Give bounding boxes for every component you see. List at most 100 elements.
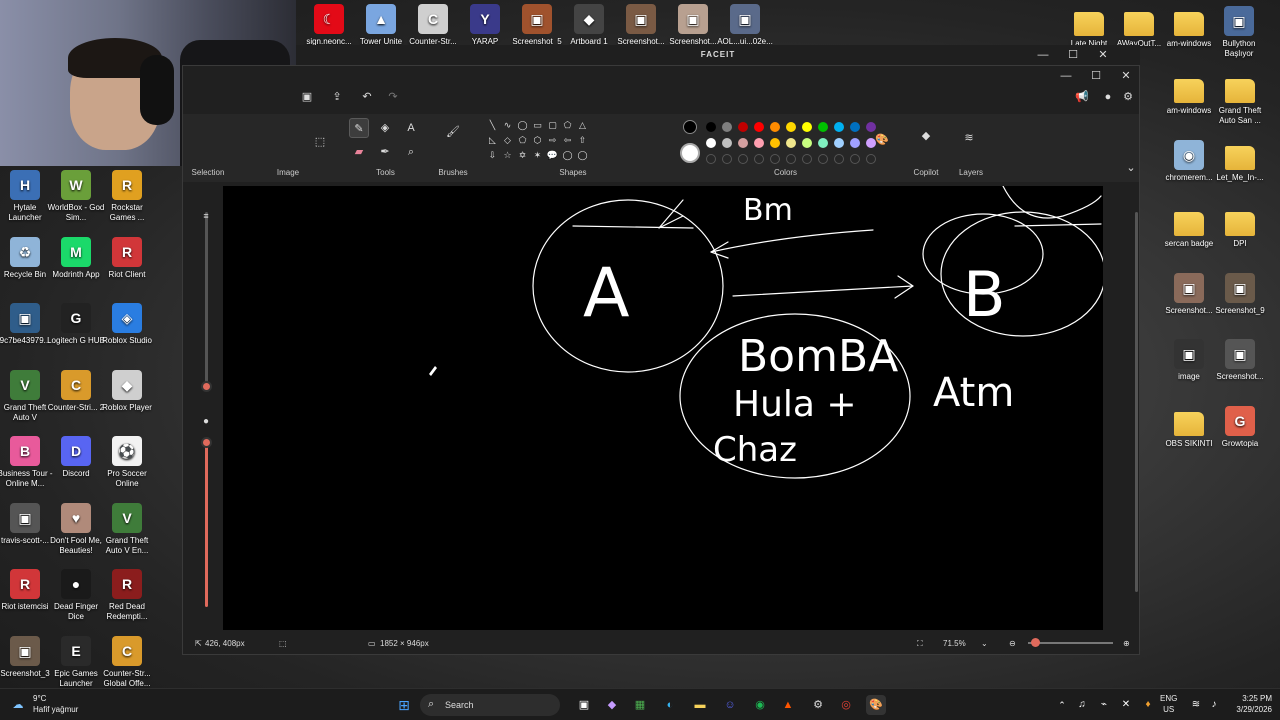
shape-option[interactable]: 💬 <box>545 148 560 163</box>
desktop-icon[interactable]: ◈ Roblox Studio <box>98 303 156 346</box>
brush-size-slider[interactable] <box>205 212 208 382</box>
desktop-icon[interactable]: ▣ travis-scott-... <box>0 502 54 546</box>
shape-option[interactable]: ◯ <box>515 118 530 133</box>
color-swatch[interactable] <box>802 138 812 148</box>
shape-option[interactable]: ∿ <box>500 118 515 133</box>
color-swatch[interactable] <box>818 138 828 148</box>
desktop-icon[interactable]: ☾ sign.neonc... <box>300 4 358 47</box>
desktop-icon[interactable]: ▣ 9c7be43979... <box>0 303 54 346</box>
wifi-icon[interactable]: ≋ <box>1186 695 1206 715</box>
shape-option[interactable]: ▭ <box>530 118 545 133</box>
desktop-icon[interactable]: OBS SIKINTI <box>1160 406 1218 449</box>
tray-overflow-chevron-icon[interactable]: ⌃ <box>1052 695 1072 715</box>
drawing-canvas[interactable]: Bm A B BomBA Hula + Chaz Atm <box>223 186 1103 630</box>
desktop-icon[interactable]: ▣ Screenshot_5 <box>508 4 566 47</box>
copilot-taskbar-icon[interactable]: ◆ <box>602 695 622 715</box>
shape-option[interactable]: ✡ <box>515 148 530 163</box>
desktop-icon[interactable]: M Modrinth App <box>47 236 105 280</box>
shape-option[interactable]: ◺ <box>485 133 500 148</box>
desktop-icon[interactable]: ▣ Screenshot... <box>1160 272 1218 316</box>
shape-option[interactable]: △ <box>575 118 590 133</box>
color-swatch[interactable] <box>722 122 732 132</box>
desktop-icon[interactable]: R Riot istemcisi <box>0 569 54 612</box>
custom-color-slot[interactable] <box>818 154 828 164</box>
desktop-icon[interactable]: C Counter-Str... <box>404 4 462 47</box>
shape-option[interactable]: ⬠ <box>515 133 530 148</box>
network-tray-icon[interactable]: ⌁ <box>1094 695 1114 715</box>
desktop-icon[interactable]: ▣ Screenshot... <box>612 4 670 47</box>
microphone-icon[interactable]: ♦ <box>1138 695 1158 715</box>
secondary-color-swatch[interactable] <box>680 143 700 163</box>
desktop-icon[interactable]: R Riot Client <box>98 236 156 280</box>
desktop-icon[interactable]: V Grand Theft Auto V <box>0 369 54 423</box>
text-tool-icon[interactable]: A <box>401 118 421 138</box>
desktop-icon[interactable]: Y YARAP <box>456 4 514 47</box>
desktop-icon[interactable]: ▣ Bullython Başlıyor <box>1210 6 1268 59</box>
volume-icon[interactable]: ♪ <box>1204 695 1224 715</box>
file-explorer-icon[interactable]: ▬ <box>690 695 710 715</box>
color-swatch[interactable] <box>786 138 796 148</box>
canvas-vertical-scrollbar[interactable] <box>1135 212 1138 592</box>
desktop-icon[interactable]: ♻ Recycle Bin <box>0 236 54 280</box>
color-swatch[interactable] <box>722 138 732 148</box>
faceit-maximize-button[interactable]: ☐ <box>1058 47 1088 63</box>
custom-color-slot[interactable] <box>738 154 748 164</box>
desktop-icon[interactable]: ● Dead Finger Dice <box>47 569 105 622</box>
announce-icon[interactable]: 📢 <box>1073 89 1091 105</box>
save-icon[interactable]: ▣ <box>298 89 316 105</box>
faceit-minimize-button[interactable]: — <box>1028 47 1058 63</box>
muted-tray-icon[interactable]: ✕ <box>1116 695 1136 715</box>
primary-color-swatch[interactable] <box>683 120 697 134</box>
task-view-icon[interactable]: ▣ <box>574 695 594 715</box>
edit-colors-icon[interactable]: 🎨 <box>872 130 892 150</box>
headset-icon[interactable]: ♫ <box>1072 695 1092 715</box>
color-swatch[interactable] <box>850 138 860 148</box>
shape-option[interactable]: ⇧ <box>575 133 590 148</box>
custom-color-slot[interactable] <box>754 154 764 164</box>
desktop-icon[interactable]: C Counter-Stri... 2 <box>47 369 105 413</box>
custom-color-slot[interactable] <box>706 154 716 164</box>
desktop-icon[interactable]: G Growtopia <box>1211 405 1269 449</box>
desktop-icon[interactable]: ▣ image <box>1160 339 1218 382</box>
clock[interactable]: 3:25 PM 3/29/2026 <box>1226 693 1272 715</box>
zoom-out-icon[interactable]: ⊖ <box>1009 639 1016 648</box>
ribbon-collapse-chevron-icon[interactable]: ⌄ <box>1121 158 1141 178</box>
desktop-icon[interactable]: C Counter-Str... Global Offe... <box>98 635 156 689</box>
color-picker-icon[interactable]: ✒ <box>375 142 395 162</box>
desktop-icon[interactable]: ◆ Roblox Player <box>98 369 156 413</box>
zoom-in-icon[interactable]: ⊕ <box>1123 639 1130 648</box>
share-icon[interactable]: ⇪ <box>328 89 346 105</box>
color-swatch[interactable] <box>738 138 748 148</box>
color-swatch[interactable] <box>706 138 716 148</box>
shape-option[interactable]: ⇨ <box>545 133 560 148</box>
desktop-icon[interactable]: R Red Dead Redempti... <box>98 569 156 622</box>
desktop-icon[interactable]: ◉ chromerem... <box>1160 139 1218 183</box>
color-swatch[interactable] <box>802 122 812 132</box>
desktop-icon[interactable]: B Business Tour - Online M... <box>0 436 54 489</box>
layers-icon[interactable]: ≋ <box>959 128 979 148</box>
desktop-icon[interactable]: sercan badge <box>1160 206 1218 249</box>
desktop-icon[interactable]: DPI <box>1211 206 1269 249</box>
desktop-icon[interactable]: Let_Me_In-... <box>1211 140 1269 183</box>
zoom-level[interactable]: 71.5% <box>943 639 966 648</box>
custom-color-slot[interactable] <box>770 154 780 164</box>
faceit-window-bar[interactable]: FACEIT — ☐ ✕ <box>296 45 1140 65</box>
shape-option[interactable]: ✶ <box>530 148 545 163</box>
opacity-knob[interactable] <box>201 437 212 448</box>
custom-color-slot[interactable] <box>786 154 796 164</box>
shape-option[interactable]: ⬠ <box>560 118 575 133</box>
pencil-tool-icon[interactable]: ✎ <box>349 118 369 138</box>
desktop-icon[interactable]: ▲ Tower Unite <box>352 4 410 47</box>
color-swatch[interactable] <box>786 122 796 132</box>
desktop-icon[interactable]: V Grand Theft Auto V En... <box>98 502 156 556</box>
desktop-icon[interactable]: ▣ Screenshot_3 <box>0 635 54 679</box>
color-swatch[interactable] <box>850 122 860 132</box>
shape-option[interactable]: ╲ <box>485 118 500 133</box>
desktop-icon[interactable]: ▣ Screenshot... <box>664 4 722 47</box>
color-swatch[interactable] <box>818 122 828 132</box>
desktop-icon[interactable]: G Logitech G HUB <box>47 303 105 346</box>
discord-taskbar-icon[interactable]: ☺ <box>720 695 740 715</box>
desktop-icon[interactable]: D Discord <box>47 436 105 479</box>
paint-taskbar-icon[interactable]: 🎨 <box>866 695 886 715</box>
color-swatch[interactable] <box>770 122 780 132</box>
